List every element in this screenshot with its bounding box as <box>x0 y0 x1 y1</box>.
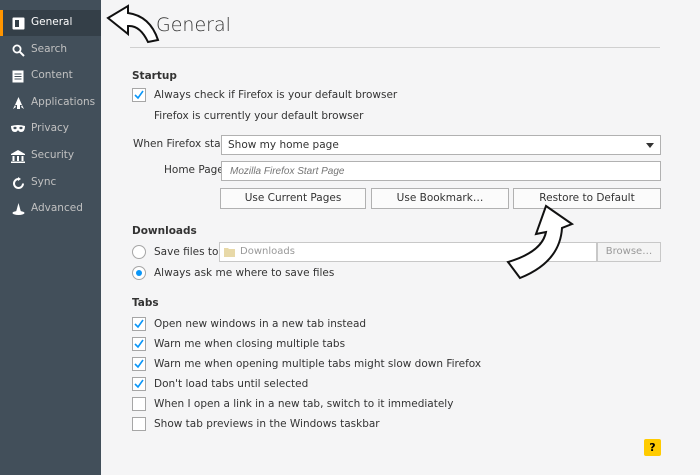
tab-option-row[interactable]: When I open a link in a new tab, switch … <box>132 396 453 412</box>
default-browser-check[interactable]: Always check if Firefox is your default … <box>132 87 397 103</box>
sidebar-item-label: Search <box>31 43 68 55</box>
home-page-label: Home Page: <box>164 164 228 176</box>
download-folder-field[interactable]: Downloads <box>219 242 597 262</box>
tab-option-row[interactable]: Warn me when closing multiple tabs <box>132 336 345 352</box>
search-icon <box>11 43 25 57</box>
always-ask-option[interactable]: Always ask me where to save files <box>132 265 334 281</box>
default-browser-checkbox[interactable] <box>132 88 146 102</box>
tab-option-checkbox[interactable] <box>132 337 146 351</box>
applications-icon <box>11 96 25 110</box>
tab-option-label: Don't load tabs until selected <box>154 378 309 390</box>
home-page-input[interactable] <box>221 161 661 181</box>
always-ask-radio[interactable] <box>132 266 146 280</box>
sync-icon <box>11 176 25 190</box>
help-button[interactable]: ? <box>644 439 661 456</box>
sidebar: General Search Content Applications Priv… <box>0 0 101 475</box>
content-icon <box>11 69 25 83</box>
startup-heading: Startup <box>132 70 177 82</box>
selection-indicator <box>0 10 3 36</box>
tab-option-row[interactable]: Show tab previews in the Windows taskbar <box>132 416 380 432</box>
when-starts-select[interactable]: Show my home page <box>221 135 661 155</box>
sidebar-item-label: General <box>31 16 73 28</box>
sidebar-item-privacy[interactable]: Privacy <box>0 116 101 142</box>
save-files-radio[interactable] <box>132 245 146 259</box>
tab-option-checkbox[interactable] <box>132 417 146 431</box>
tab-option-label: Open new windows in a new tab instead <box>154 318 367 330</box>
use-current-pages-button[interactable]: Use Current Pages <box>220 188 366 209</box>
use-bookmark-button[interactable]: Use Bookmark… <box>371 188 509 209</box>
sidebar-item-label: Privacy <box>31 122 70 134</box>
sidebar-item-sync[interactable]: Sync <box>0 170 101 196</box>
tab-option-checkbox[interactable] <box>132 317 146 331</box>
sidebar-item-search[interactable]: Search <box>0 37 101 63</box>
sidebar-item-applications[interactable]: Applications <box>0 90 101 116</box>
tab-option-row[interactable]: Don't load tabs until selected <box>132 376 308 392</box>
default-browser-status: Firefox is currently your default browse… <box>154 110 364 122</box>
when-starts-value: Show my home page <box>228 139 339 151</box>
main-panel: General Startup Always check if Firefox … <box>101 0 700 475</box>
tab-option-row[interactable]: Warn me when opening multiple tabs might… <box>132 356 481 372</box>
always-ask-label: Always ask me where to save files <box>154 267 335 279</box>
sidebar-item-label: Content <box>31 69 73 81</box>
download-folder-value: Downloads <box>240 246 295 257</box>
tab-option-checkbox[interactable] <box>132 377 146 391</box>
downloads-heading: Downloads <box>132 225 197 237</box>
save-files-option[interactable]: Save files to <box>132 244 218 260</box>
general-icon <box>11 16 25 30</box>
tabs-heading: Tabs <box>132 297 159 309</box>
sidebar-item-content[interactable]: Content <box>0 63 101 89</box>
sidebar-item-advanced[interactable]: Advanced <box>0 196 101 222</box>
tab-option-checkbox[interactable] <box>132 357 146 371</box>
restore-default-button[interactable]: Restore to Default <box>513 188 661 209</box>
sidebar-item-label: Security <box>31 149 75 161</box>
chevron-down-icon <box>646 143 654 148</box>
sidebar-item-label: Applications <box>31 96 96 108</box>
tab-option-row[interactable]: Open new windows in a new tab instead <box>132 316 366 332</box>
tab-option-checkbox[interactable] <box>132 397 146 411</box>
browse-button[interactable]: Browse… <box>597 242 661 262</box>
sidebar-item-general[interactable]: General <box>0 10 101 36</box>
title-divider <box>130 47 660 48</box>
sidebar-item-security[interactable]: Security <box>0 143 101 169</box>
page-title: General <box>156 14 231 36</box>
security-lock-icon <box>11 149 25 163</box>
sidebar-item-label: Sync <box>31 176 57 188</box>
privacy-mask-icon <box>11 122 25 136</box>
tab-option-label: Warn me when closing multiple tabs <box>154 338 346 350</box>
folder-icon <box>224 248 235 257</box>
tab-option-label: Warn me when opening multiple tabs might… <box>154 358 482 370</box>
tab-option-label: When I open a link in a new tab, switch … <box>154 398 454 410</box>
save-files-label: Save files to <box>154 246 219 258</box>
advanced-wizard-icon <box>11 202 25 216</box>
default-browser-label: Always check if Firefox is your default … <box>154 89 398 101</box>
sidebar-item-label: Advanced <box>31 202 83 214</box>
tab-option-label: Show tab previews in the Windows taskbar <box>154 418 380 430</box>
radio-selected-dot <box>136 270 142 276</box>
